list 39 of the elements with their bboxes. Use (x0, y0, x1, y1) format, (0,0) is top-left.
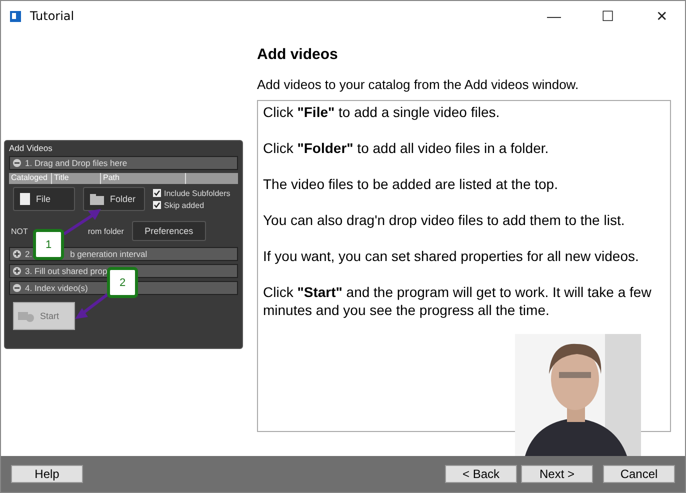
option-checkbox[interactable]: Skip added (153, 200, 230, 210)
instruction-paragraph: The video files to be added are listed at the top. (263, 175, 559, 193)
instruction-paragraph: Click "File" to add a single video files. (263, 103, 501, 121)
help-button[interactable]: Help (11, 465, 83, 483)
instruction-paragraph: Click "Start" and the program will get to work. It will take a few minutes and you see the progress all the time. (263, 283, 652, 319)
page-heading: Add videos (257, 46, 339, 63)
column-header: Path (101, 173, 186, 184)
next-button[interactable]: Next > (521, 465, 593, 483)
back-button[interactable]: < Back (445, 465, 517, 483)
folder-button[interactable]: Folder (83, 187, 145, 211)
instruction-paragraph: If you want, you can set shared properties for all new videos. (263, 247, 640, 265)
intro-text: Add videos to your catalog from the Add videos window. (257, 77, 580, 92)
column-header: Cataloged (9, 173, 52, 184)
instruction-paragraph: You can also drag'n drop video files to add them to the list. (263, 211, 626, 229)
column-header: Title (52, 173, 101, 184)
section-header[interactable]: 1. Drag and Drop files here (9, 156, 238, 170)
pointer-arrow (75, 293, 109, 319)
option-label: Skip added (164, 200, 204, 210)
section-label: 4. Index video(s) (25, 283, 88, 293)
section-label: 3. Fill out shared prop (25, 266, 108, 276)
section-label: 2. (25, 249, 32, 259)
note-text: NOT (11, 226, 28, 236)
preferences-button[interactable]: Preferences (132, 221, 206, 241)
cancel-button[interactable]: Cancel (603, 465, 675, 483)
section-label: 1. Drag and Drop files here (25, 158, 128, 168)
video-icon (18, 309, 34, 323)
window-title: Tutorial (30, 9, 76, 23)
pointer-arrow (63, 209, 101, 235)
step-tooltip: 2 (107, 267, 138, 298)
section-label: b generation interval (70, 249, 148, 259)
note-text: rom folder (88, 226, 124, 236)
section-header[interactable]: 3. Fill out shared prop (9, 264, 238, 278)
instruction-paragraph: Click "Folder" to add all video files in a folder. (263, 139, 550, 157)
file-button[interactable]: File (13, 187, 75, 211)
app-icon (9, 10, 22, 22)
step-tooltip: 1 (33, 229, 64, 260)
folder-icon (90, 194, 104, 204)
file-icon (20, 193, 30, 205)
panel-title: Add Videos (9, 143, 54, 153)
